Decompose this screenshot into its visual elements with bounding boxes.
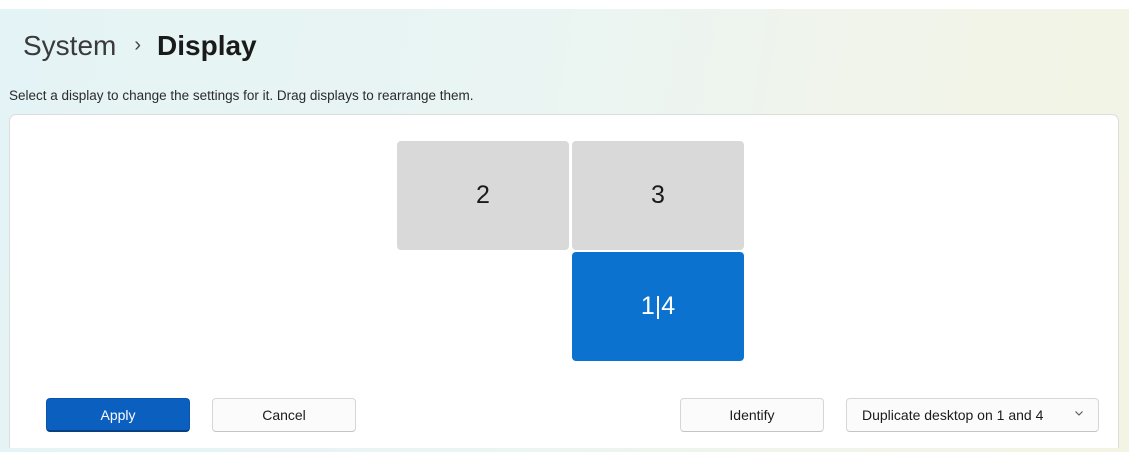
display-arrangement-panel: 2 3 1|4 Apply Cancel Identify Duplicate …: [9, 114, 1119, 448]
page-title: Display: [157, 30, 257, 61]
monitor-label: 2: [476, 181, 490, 209]
breadcrumb-system-link[interactable]: System: [23, 30, 116, 62]
chevron-down-icon: [1075, 411, 1083, 416]
display-instructions: Select a display to change the settings …: [9, 88, 474, 103]
monitor-2[interactable]: 2: [397, 141, 569, 250]
breadcrumb: System › Display: [23, 26, 257, 66]
dropdown-selected-value: Duplicate desktop on 1 and 4: [862, 407, 1044, 423]
window-top-strip: [0, 0, 1129, 9]
apply-button[interactable]: Apply: [46, 398, 190, 432]
monitor-label: 3: [651, 181, 665, 209]
monitor-label: 1|4: [640, 292, 676, 320]
identify-button[interactable]: Identify: [680, 398, 824, 432]
multiple-displays-dropdown[interactable]: Duplicate desktop on 1 and 4: [846, 398, 1099, 432]
breadcrumb-separator-icon: ›: [134, 33, 142, 56]
cancel-button[interactable]: Cancel: [212, 398, 356, 432]
monitor-1-4-selected[interactable]: 1|4: [572, 252, 744, 361]
monitor-3[interactable]: 3: [572, 141, 744, 250]
